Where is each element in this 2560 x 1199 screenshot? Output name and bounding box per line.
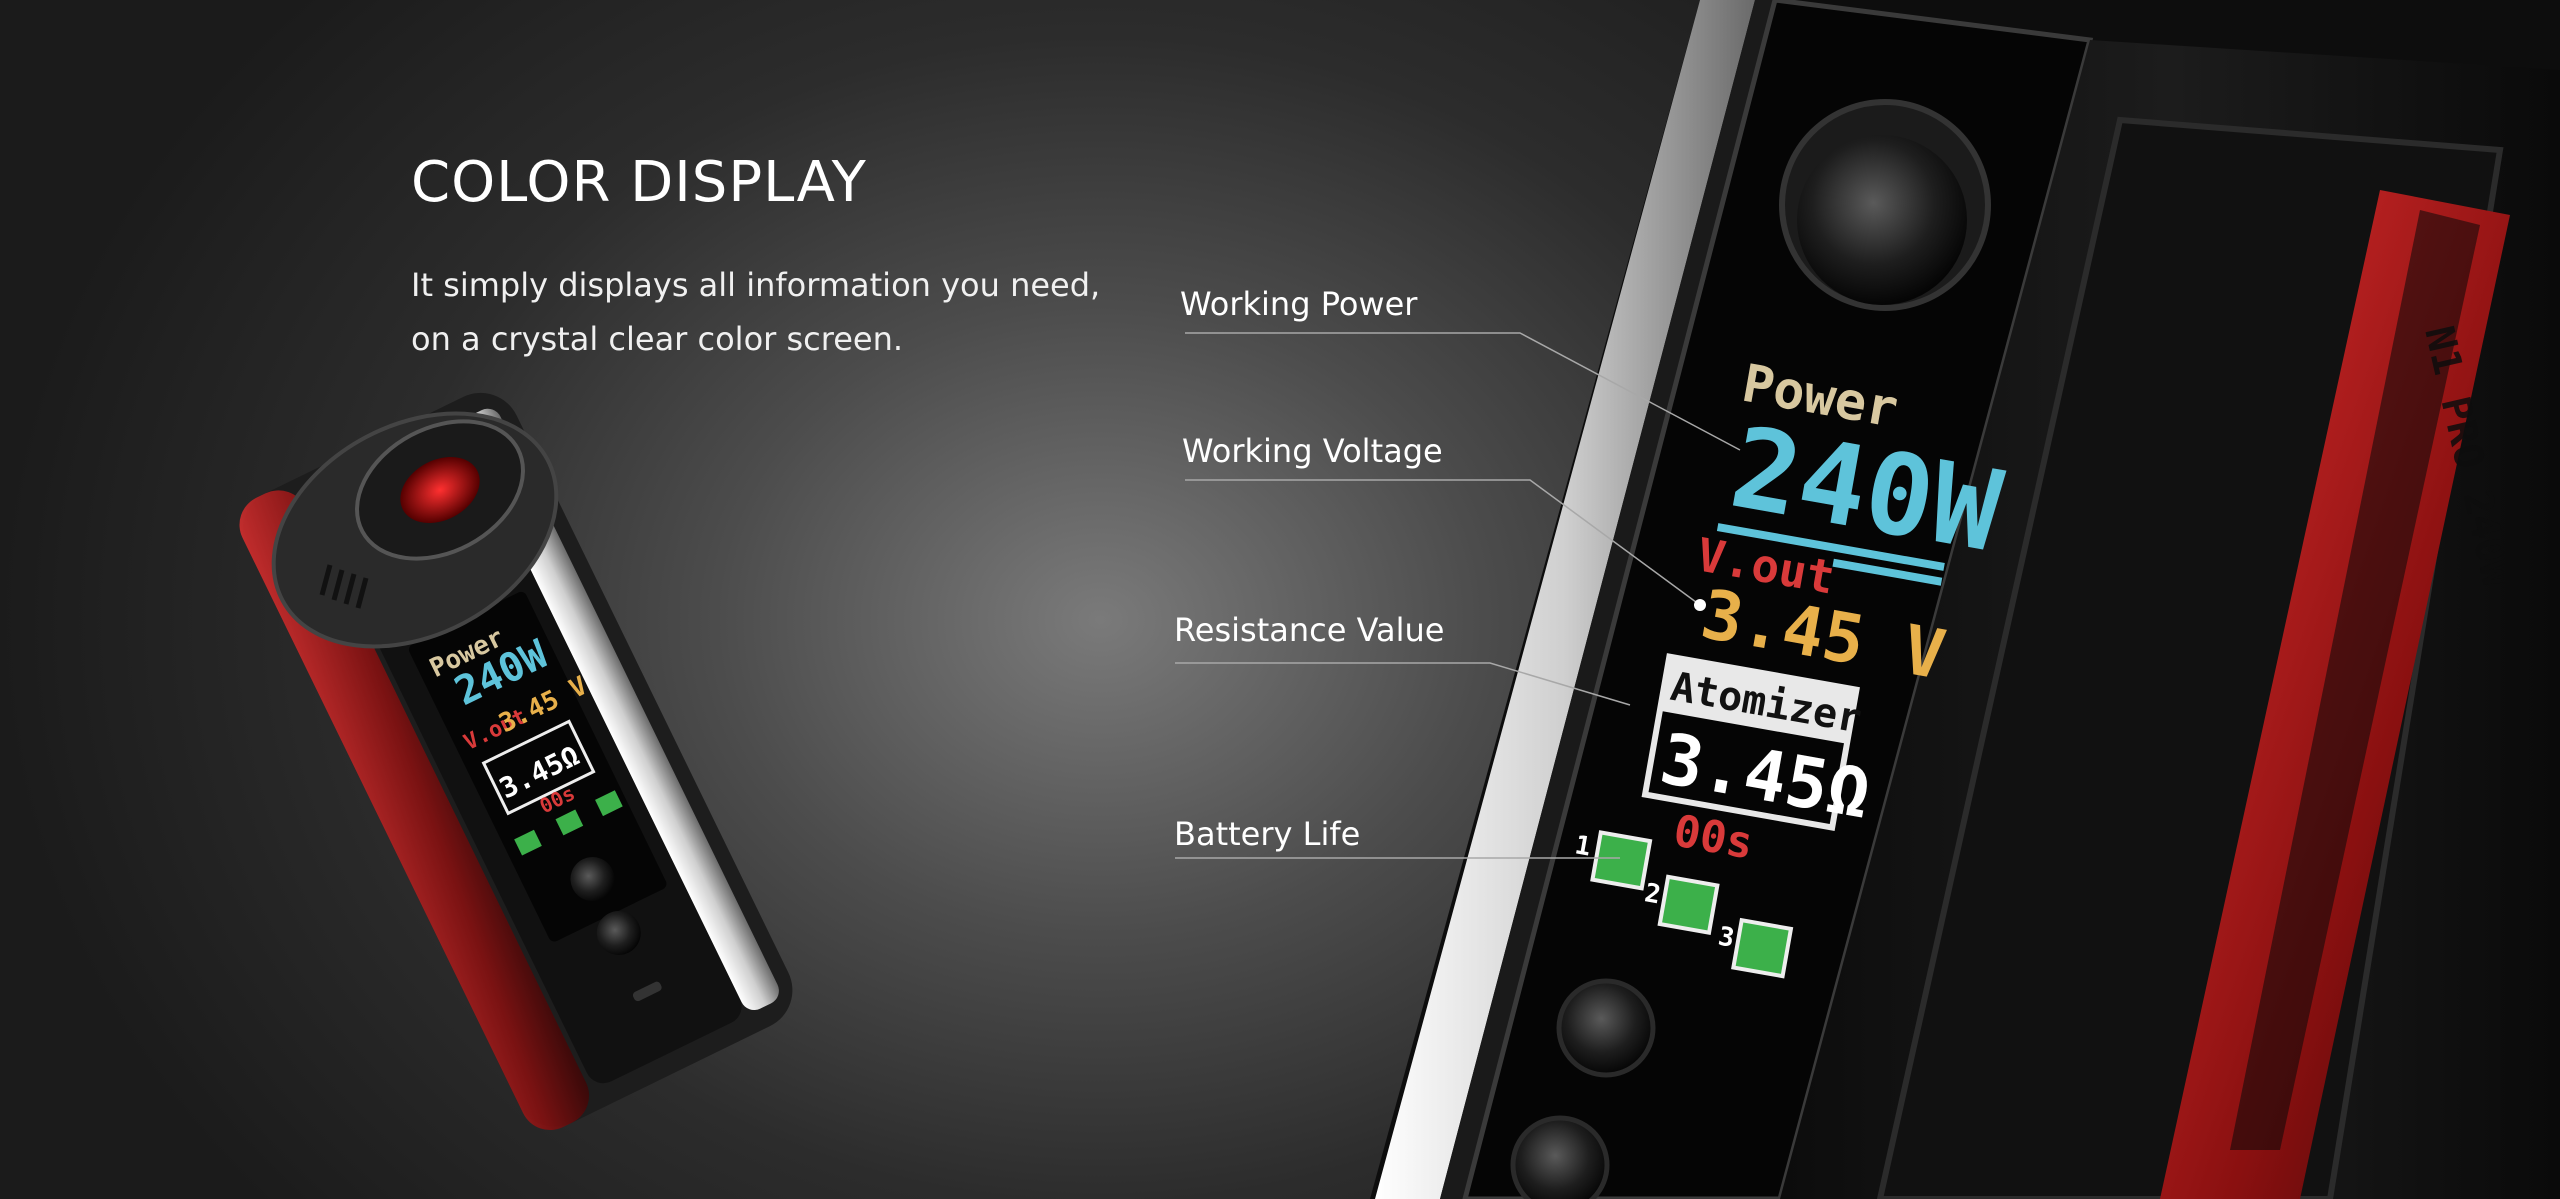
battery-2-icon bbox=[1657, 874, 1720, 936]
battery-1-icon bbox=[1590, 830, 1653, 891]
callout-battery-life: Battery Life bbox=[1174, 815, 1361, 853]
fire-button bbox=[1797, 135, 1967, 305]
large-device: N1 PRO 240W Power 240W V.out 3.45 V Atom… bbox=[1370, 0, 2560, 1199]
battery-3-icon bbox=[1731, 917, 1794, 979]
callout-working-voltage: Working Voltage bbox=[1182, 432, 1443, 470]
callout-resistance-value: Resistance Value bbox=[1174, 611, 1445, 649]
small-device: Power 240W V.out 3.45 V 3.45Ω 00s bbox=[239, 392, 793, 1130]
callout-working-power: Working Power bbox=[1180, 285, 1418, 323]
down-button bbox=[1510, 1115, 1610, 1199]
voltage-pointer-dot bbox=[1694, 599, 1706, 611]
product-scene: Power 240W V.out 3.45 V 3.45Ω 00s N1 PRO… bbox=[239, 0, 2560, 1199]
up-button bbox=[1556, 978, 1656, 1078]
